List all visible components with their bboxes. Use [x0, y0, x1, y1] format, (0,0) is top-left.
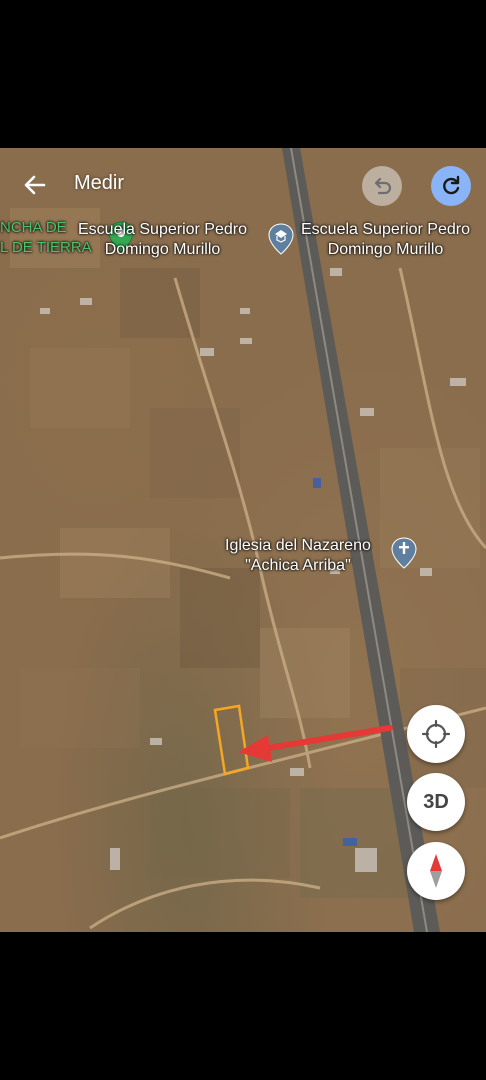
undo-icon: [374, 177, 392, 195]
place-label-line1: Escuela Superior Pedro: [78, 221, 247, 238]
measured-area-outline[interactable]: [213, 704, 250, 776]
place-label-school-2[interactable]: Escuela Superior Pedro Domingo Murillo: [301, 220, 470, 260]
back-button[interactable]: [20, 170, 50, 200]
place-label-line2: Domingo Murillo: [327, 241, 444, 258]
place-label-school-1[interactable]: Escuela Superior Pedro Domingo Murillo: [78, 220, 247, 260]
my-location-icon: [421, 719, 451, 749]
place-label-line1: Escuela Superior Pedro: [301, 221, 470, 238]
undo-button[interactable]: [362, 166, 402, 206]
page-title: Medir: [74, 172, 125, 194]
annotation-arrow: [238, 725, 393, 762]
compass-button[interactable]: [407, 842, 465, 900]
refresh-button[interactable]: [431, 166, 471, 206]
place-label-line2: Domingo Murillo: [104, 241, 221, 258]
place-label-line2: "Achica Arriba": [245, 557, 351, 574]
arrow-back-icon: [24, 175, 46, 195]
school-pin-icon[interactable]: [268, 223, 294, 255]
refresh-icon: [443, 175, 460, 195]
place-label-line1: Iglesia del Nazareno: [225, 537, 371, 554]
my-location-button[interactable]: [407, 705, 465, 763]
place-label-church[interactable]: Iglesia del Nazareno "Achica Arriba": [225, 536, 371, 576]
compass-icon: [430, 854, 442, 888]
3d-toggle-button[interactable]: 3D: [407, 773, 465, 831]
